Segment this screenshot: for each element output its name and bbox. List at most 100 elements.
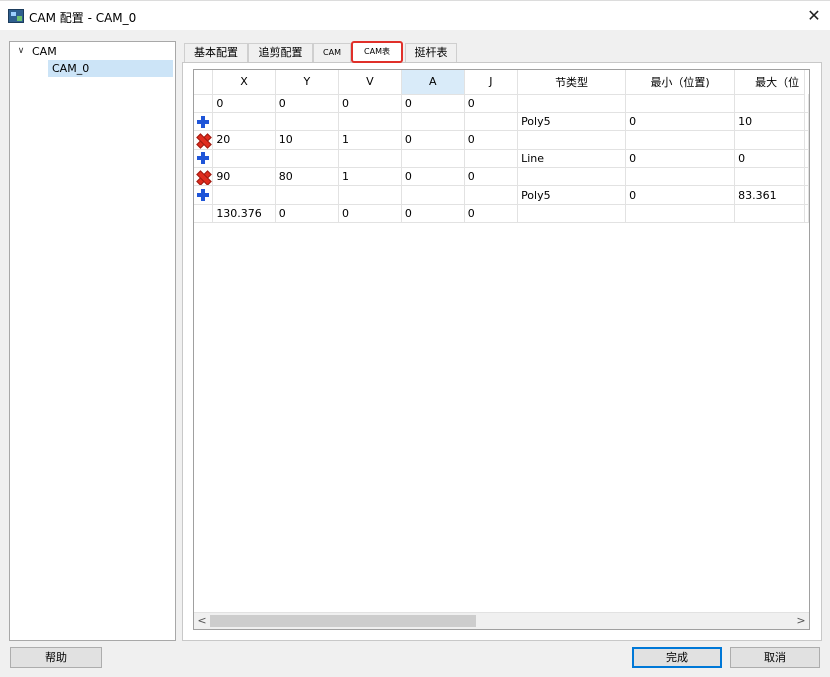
cell-x[interactable] bbox=[212, 185, 276, 205]
cell-a[interactable]: 0 bbox=[401, 167, 465, 187]
cell-a[interactable] bbox=[401, 185, 465, 205]
scroll-right-icon[interactable]: > bbox=[793, 613, 809, 629]
cell-segment-type[interactable]: Poly5 bbox=[517, 112, 627, 132]
cell-min-position[interactable]: 0 bbox=[625, 112, 736, 132]
table-row[interactable]: 00000 bbox=[194, 94, 809, 113]
cell-max-position[interactable]: 0 bbox=[734, 149, 805, 169]
cell-v[interactable]: 0 bbox=[338, 94, 402, 113]
row-control-cell bbox=[194, 94, 214, 113]
add-segment-icon[interactable] bbox=[196, 151, 210, 165]
cell-a[interactable] bbox=[401, 149, 465, 169]
scroll-left-icon[interactable]: < bbox=[194, 613, 210, 629]
tab-basic-config[interactable]: 基本配置 bbox=[184, 43, 248, 62]
cell-x[interactable]: 90 bbox=[212, 167, 276, 187]
table-row[interactable]: 20 10 1 0 0 bbox=[194, 130, 809, 150]
chevron-down-icon[interactable]: ∨ bbox=[16, 45, 26, 57]
column-header-segment-type[interactable]: 节类型 bbox=[517, 70, 627, 95]
cell-segment-type[interactable]: Poly5 bbox=[517, 185, 627, 205]
cell-min-position[interactable]: 0 bbox=[625, 185, 736, 205]
tab-cam[interactable]: CAM bbox=[313, 43, 351, 62]
cell-segment-type[interactable]: Line bbox=[517, 149, 627, 169]
cell-x[interactable]: 20 bbox=[212, 130, 276, 150]
cancel-button[interactable]: 取消 bbox=[730, 647, 820, 668]
cell-x[interactable]: 130.376 bbox=[212, 204, 276, 224]
cell-segment-type[interactable] bbox=[517, 167, 627, 187]
cell-a[interactable]: 0 bbox=[401, 204, 465, 224]
cell-v[interactable] bbox=[338, 185, 402, 205]
cell-a[interactable]: 0 bbox=[401, 130, 465, 150]
row-control-cell bbox=[194, 185, 214, 205]
column-header-x[interactable]: X bbox=[212, 70, 276, 95]
table-row[interactable]: Poly5 0 83.361 bbox=[194, 185, 809, 205]
column-header-y[interactable]: Y bbox=[275, 70, 339, 95]
cell-y[interactable]: 0 bbox=[275, 94, 339, 113]
cell-j[interactable]: 0 bbox=[464, 130, 519, 150]
delete-point-icon[interactable] bbox=[196, 170, 210, 184]
cell-j[interactable]: 0 bbox=[464, 94, 519, 113]
cell-max-position[interactable] bbox=[734, 94, 805, 113]
cell-v[interactable] bbox=[338, 149, 402, 169]
horizontal-scrollbar[interactable]: < > bbox=[194, 612, 809, 629]
tab-flying-shear-config[interactable]: 追剪配置 bbox=[248, 43, 313, 62]
cell-min-position[interactable] bbox=[625, 204, 736, 224]
cell-segment-type[interactable] bbox=[517, 204, 627, 224]
tab-tappet-table[interactable]: 挺杆表 bbox=[405, 43, 457, 62]
cell-j[interactable] bbox=[464, 112, 519, 132]
cell-y[interactable]: 80 bbox=[275, 167, 339, 187]
cell-v[interactable]: 1 bbox=[338, 167, 402, 187]
cell-x[interactable] bbox=[212, 149, 276, 169]
cell-v[interactable] bbox=[338, 112, 402, 132]
table-row[interactable]: Poly5 0 10 bbox=[194, 112, 809, 132]
close-button[interactable]: ✕ bbox=[802, 4, 826, 28]
column-header-max-position[interactable]: 最大（位 bbox=[734, 70, 805, 95]
column-header-a[interactable]: A bbox=[401, 70, 465, 95]
cell-a[interactable]: 0 bbox=[401, 94, 465, 113]
cell-a[interactable] bbox=[401, 112, 465, 132]
delete-point-icon[interactable] bbox=[196, 133, 210, 147]
cell-max-position[interactable] bbox=[734, 130, 805, 150]
cell-y[interactable] bbox=[275, 112, 339, 132]
cell-y[interactable]: 10 bbox=[275, 130, 339, 150]
cell-filler bbox=[804, 167, 809, 187]
cell-min-position[interactable] bbox=[625, 167, 736, 187]
cell-min-position[interactable] bbox=[625, 94, 736, 113]
scrollbar-thumb[interactable] bbox=[210, 615, 476, 627]
column-header-v[interactable]: V bbox=[338, 70, 402, 95]
cell-y[interactable]: 0 bbox=[275, 204, 339, 224]
cell-max-position[interactable] bbox=[734, 167, 805, 187]
table-row[interactable]: Line 0 0 bbox=[194, 149, 809, 169]
add-segment-icon[interactable] bbox=[196, 188, 210, 202]
column-header-min-position[interactable]: 最小（位置) bbox=[625, 70, 736, 95]
tree-item-cam-0[interactable]: CAM_0 bbox=[48, 60, 173, 77]
cell-max-position[interactable] bbox=[734, 204, 805, 224]
row-control-cell bbox=[194, 130, 214, 150]
cell-j[interactable] bbox=[464, 185, 519, 205]
tree-item-cam[interactable]: ∨ CAM bbox=[10, 43, 175, 60]
cell-j[interactable] bbox=[464, 149, 519, 169]
cell-segment-type[interactable] bbox=[517, 130, 627, 150]
cell-min-position[interactable] bbox=[625, 130, 736, 150]
cell-min-position[interactable]: 0 bbox=[625, 149, 736, 169]
tab-cam-table[interactable]: CAM表 bbox=[351, 41, 403, 63]
tree-child-label: CAM_0 bbox=[52, 62, 90, 75]
cell-j[interactable]: 0 bbox=[464, 204, 519, 224]
tree-root-label: CAM bbox=[32, 45, 57, 58]
column-header-j[interactable]: J bbox=[464, 70, 519, 95]
table-row[interactable]: 90 80 1 0 0 bbox=[194, 167, 809, 187]
cell-max-position[interactable]: 10 bbox=[734, 112, 805, 132]
cell-v[interactable]: 1 bbox=[338, 130, 402, 150]
cell-max-position[interactable]: 83.361 bbox=[734, 185, 805, 205]
add-segment-icon[interactable] bbox=[196, 115, 210, 129]
cam-tree: ∨ CAM CAM_0 bbox=[9, 41, 176, 641]
cell-segment-type[interactable] bbox=[517, 94, 627, 113]
cell-v[interactable]: 0 bbox=[338, 204, 402, 224]
help-button[interactable]: 帮助 bbox=[10, 647, 102, 668]
finish-button[interactable]: 完成 bbox=[632, 647, 722, 668]
cell-y[interactable] bbox=[275, 149, 339, 169]
cell-x[interactable]: 0 bbox=[212, 94, 276, 113]
row-control-cell bbox=[194, 149, 214, 169]
table-row[interactable]: 130.376 0 0 0 0 bbox=[194, 204, 809, 224]
cell-j[interactable]: 0 bbox=[464, 167, 519, 187]
cell-x[interactable] bbox=[212, 112, 276, 132]
cell-y[interactable] bbox=[275, 185, 339, 205]
